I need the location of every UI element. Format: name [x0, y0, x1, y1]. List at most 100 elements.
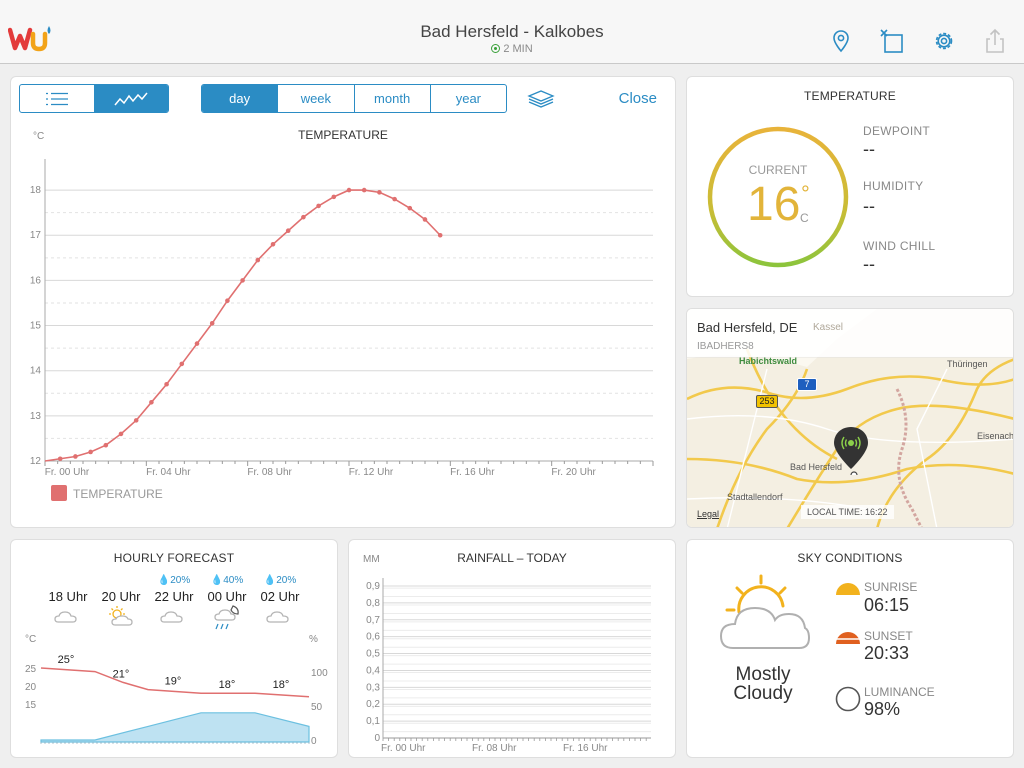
temperature-history-card: day week month year Close TEMPERATURE °C… [10, 76, 676, 528]
temperature-point [361, 187, 367, 193]
x-axis-ticks: Fr. 00 Uhr Fr. 04 Uhr Fr. 08 Uhr Fr. 12 Uhr… [45, 467, 597, 478]
map-place-habichtswald: Habichtswald [739, 356, 798, 366]
y-tick-label: 0,8 [366, 598, 380, 609]
temperature-point [118, 431, 124, 437]
temperature-point [392, 196, 397, 202]
map-place-stadtallendorf: Stadtallendorf [727, 492, 783, 502]
temperature-point [270, 241, 276, 247]
sunrise-label: SUNRISE [864, 580, 918, 594]
left-tick-label: 25 [25, 664, 37, 675]
station-id: IBADHERS8 [697, 341, 754, 352]
graph-view-button[interactable] [94, 85, 168, 112]
gear-icon[interactable] [931, 28, 957, 54]
y-tick-label: 18 [30, 185, 42, 196]
chart-title: TEMPERATURE [298, 128, 388, 142]
x-tick-label: Fr. 16 Uhr [450, 467, 495, 478]
left-axis-ticks: 25 20 15 [25, 664, 37, 711]
temperature-point [209, 320, 215, 326]
range-tabs: day week month year [201, 84, 507, 113]
precip-chance: 💧20% [157, 575, 191, 586]
y-tick-label: 0,1 [366, 716, 380, 727]
location-pin-icon[interactable] [828, 28, 854, 54]
temperature-series [44, 187, 443, 462]
x-tick-label: Fr. 08 Uhr [472, 743, 517, 754]
temperature-point [73, 454, 78, 459]
right-tick-label: 0 [311, 736, 317, 747]
update-age: 2 MIN [503, 43, 533, 55]
temp-value-label: 18° [273, 679, 290, 691]
local-time: LOCAL TIME: 16:22 [801, 505, 894, 519]
temp-value-label: 19° [165, 676, 182, 688]
y-axis-ticks: 12 13 14 15 16 17 18 [30, 185, 42, 467]
y-tick-label: 0,4 [366, 665, 380, 676]
tab-week[interactable]: week [278, 85, 355, 112]
luminance-icon [835, 686, 861, 712]
right-axis-ticks: 100 50 0 [311, 668, 328, 747]
card-title: TEMPERATURE [804, 89, 896, 103]
dewpoint-label: DEWPOINT [863, 124, 931, 138]
y-tick-label: 16 [30, 275, 42, 286]
x-tick-label: Fr. 12 Uhr [349, 467, 394, 478]
sky-condition: Mostly Cloudy [707, 665, 819, 703]
y-tick-label: 0,9 [366, 581, 380, 592]
sunset-icon [836, 632, 860, 644]
temp-labels: 25° 21° 19° 18° 18° [58, 654, 290, 691]
station-marker-icon[interactable] [831, 425, 871, 475]
x-tick-label: Fr. 08 Uhr [247, 467, 292, 478]
right-tick-label: 50 [311, 702, 323, 713]
temperature-point [103, 442, 109, 448]
view-toggle [19, 84, 169, 113]
temperature-point [57, 456, 63, 462]
map-location: Bad Hersfeld, DE [697, 320, 798, 335]
night-rain-icon [214, 605, 239, 630]
temperature-chart: TEMPERATURE °C 12 13 14 15 16 17 18 Fr. 00 Uhr… [30, 128, 654, 501]
tab-year[interactable]: year [431, 85, 506, 112]
y-tick-label: 15 [30, 321, 42, 332]
y-tick-label: 13 [30, 411, 42, 422]
cloud-icon [54, 611, 77, 623]
humidity-value: -- [863, 196, 875, 216]
temp-value-label: 18° [219, 679, 236, 691]
rainfall-card: RAINFALL – TODAY MM 0 0,1 0,2 0,3 0,4 0,5 0,6 0… [348, 539, 676, 758]
rainfall-y-ticks: 0 0,1 0,2 0,3 0,4 0,5 0,6 0,7 0,8 0,9 [366, 581, 380, 744]
temperature-point [255, 257, 261, 263]
x-tick-label: Fr. 00 Uhr [45, 467, 90, 478]
temp-value-label: 21° [113, 668, 130, 680]
precip-series [40, 712, 310, 744]
add-widget-icon[interactable] [879, 28, 905, 54]
station-title: Bad Hersfeld - Kalkobes [420, 22, 604, 41]
y-tick-label: 0,3 [366, 682, 380, 693]
luminance-value: 98% [864, 699, 901, 719]
hourly-chart: °C % 25 20 15 100 50 0 25° 21° 19° 18° 18° [25, 634, 328, 747]
map-place-thueringen: Thüringen [947, 359, 988, 369]
temperature-point [377, 190, 382, 195]
hourly-icons [54, 605, 289, 630]
tab-day[interactable]: day [202, 85, 279, 112]
temperature-point [149, 400, 154, 405]
current-temp-value: 16 [747, 178, 801, 231]
rainfall-chart: RAINFALL – TODAY MM 00,10,20,30,40,50,60… [363, 551, 651, 754]
legend-swatch [51, 485, 67, 501]
legal-link[interactable]: Legal [697, 509, 719, 519]
precip-chance: 💧20% [263, 575, 297, 586]
temperature-point [422, 217, 428, 222]
rainfall-title: RAINFALL – TODAY [457, 551, 567, 565]
list-view-button[interactable] [20, 85, 95, 112]
temperature-point [285, 228, 291, 234]
temperature-point [240, 278, 245, 283]
tab-month[interactable]: month [355, 85, 431, 112]
precip-chance [41, 575, 95, 588]
degree-symbol: ° [801, 181, 810, 206]
precip-chance [94, 575, 148, 588]
temperature-point [179, 361, 185, 367]
temperature-point [316, 203, 321, 209]
close-link[interactable]: Close [619, 90, 657, 107]
share-icon[interactable] [982, 28, 1008, 54]
layers-icon[interactable] [527, 90, 555, 108]
station-map-card[interactable]: Bad Hersfeld, DE IBADHERS8 Kassel Habich… [686, 308, 1014, 528]
y-tick-label: 0,2 [366, 699, 380, 710]
update-status: 2 MIN [0, 43, 1024, 55]
legend-label: TEMPERATURE [73, 487, 163, 501]
sunset-value: 20:33 [864, 643, 910, 663]
sunrise-value: 06:15 [864, 595, 910, 615]
